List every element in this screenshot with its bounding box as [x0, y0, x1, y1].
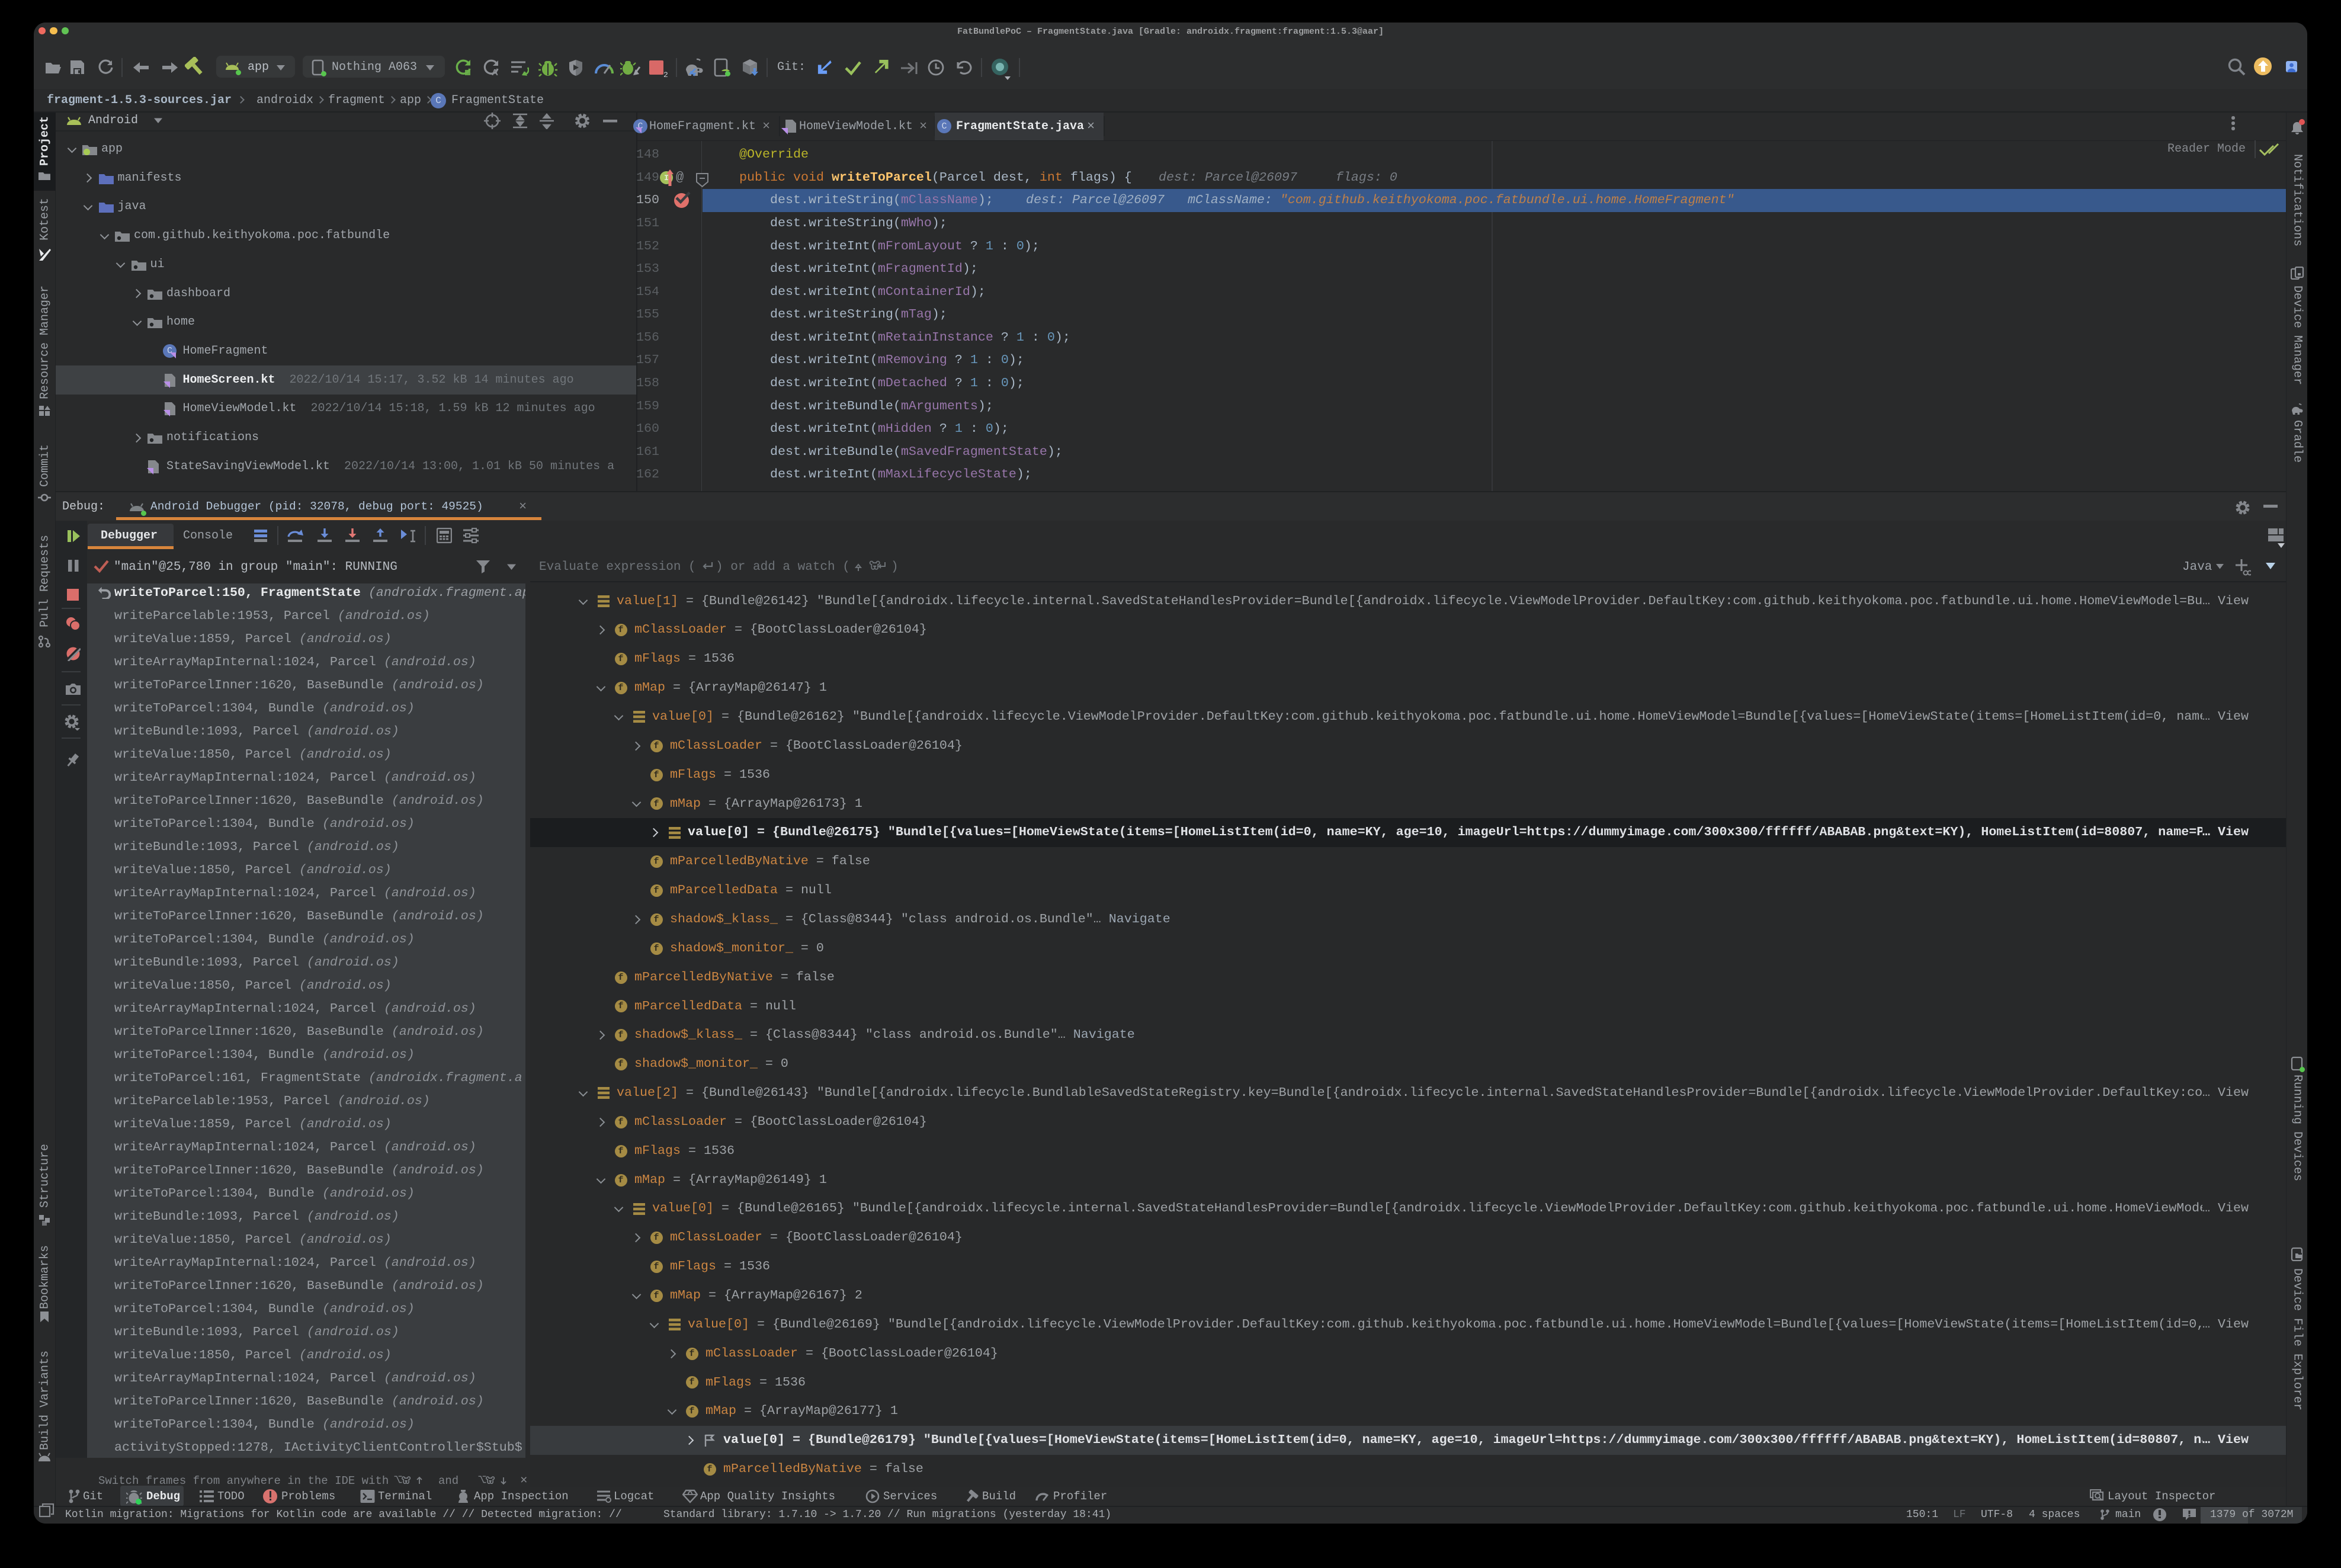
svg-text:A: A: [492, 68, 498, 76]
svg-text:2: 2: [663, 70, 668, 77]
